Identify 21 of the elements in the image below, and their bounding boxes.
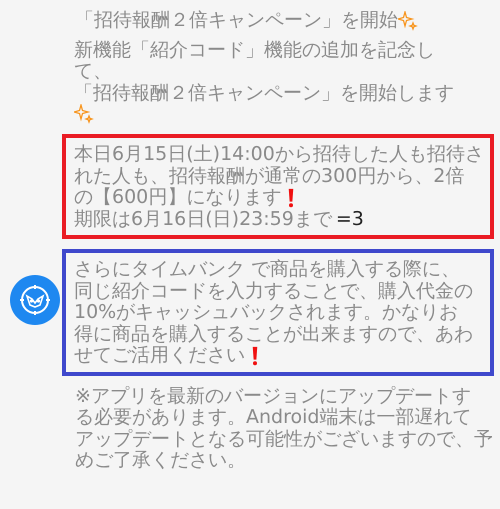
notice-text: せてご活用ください — [74, 345, 245, 366]
owl-avatar-icon[interactable] — [10, 274, 60, 325]
sparkle-icon — [398, 10, 418, 31]
message-text: 「招待報酬２倍キャンペーン」を開始します — [74, 82, 454, 104]
notice-text: の【600円】になります — [74, 187, 282, 208]
notice-text: 同じ紹介コードを入力することで、購入代金の — [74, 280, 473, 302]
note-text: ※アプリを最新のバージョンにアップデートす — [75, 386, 471, 407]
note-text: めご了承ください。 — [75, 450, 246, 472]
note-text: アップデートとなる可能性がございますので、予 — [75, 428, 493, 450]
sparkle-icon — [74, 104, 94, 124]
message-text: 新機能「紹介コード」機能の追加を記念し — [74, 40, 435, 61]
message-title: 「招待報酬２倍キャンペーン」を開始 — [75, 10, 398, 32]
note-text: る必要があります。Android端末は一部遅れて — [75, 407, 472, 428]
emoticon: =3 — [336, 208, 364, 230]
notice-text: 期限は6月16日(日)23:59まで — [74, 208, 332, 230]
notice-text: れた人も、招待報酬が通常の300円から、2倍 — [74, 166, 464, 187]
notice-text: 得に商品を購入することが出来ますので、あわ — [74, 324, 473, 345]
message-text: て、 — [74, 61, 112, 82]
notice-text: 10%がキャッシュバックされます。かなりお — [74, 302, 458, 324]
notice-text: さらにタイムバンク で商品を購入する際に、 — [74, 259, 460, 280]
notice-text: 本日6月15日(土)14:00から招待した人も招待さ — [74, 144, 484, 166]
